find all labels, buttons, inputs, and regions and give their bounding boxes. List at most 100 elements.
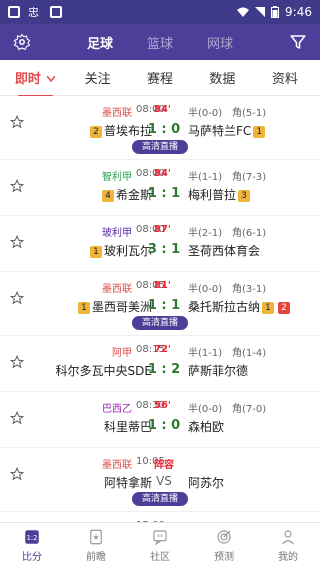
- match-score: 1 : 0: [147, 122, 181, 137]
- sport-tabs: 足球 篮球 网球: [34, 33, 286, 52]
- halftime-score: 半(1-1): [188, 172, 223, 183]
- home-team-name: 科里蒂巴: [103, 420, 152, 434]
- match-meta: 墨西联 10:05 阵容: [0, 456, 320, 472]
- match-meta: 巴西乙 08:30 56' 半(0-0) 角(7-0): [0, 400, 320, 416]
- nav-preview[interactable]: 前瞻: [64, 523, 128, 568]
- match-teams: 科尔多瓦中央SDE 1 : 2 萨斯菲尔德: [0, 362, 320, 380]
- home-team-name: 玻利瓦尔: [103, 244, 152, 258]
- match-meta: 阿甲 08:15 72' 半(1-1) 角(1-4): [0, 344, 320, 360]
- tab-live-label: 即时: [14, 72, 41, 87]
- match-row[interactable]: 墨西联 08:00 84' 半(0-0) 角(5-1) 2 普埃布拉 1 : 0 马萨特兰FC 1…: [0, 96, 320, 160]
- match-score: 1 : 1: [147, 186, 181, 201]
- home-team: 科尔多瓦中央SDE: [56, 362, 152, 379]
- nav-score-label: 比分: [22, 552, 42, 563]
- yellow-card-badge: 1: [253, 126, 266, 138]
- halftime-score: 半(0-0): [188, 284, 223, 295]
- match-minute: 阵容: [154, 460, 174, 471]
- match-teams: 1 玻利瓦尔 3 : 1 圣荷西体育会: [0, 242, 320, 260]
- tab-data[interactable]: 数据: [191, 68, 253, 87]
- home-team: 4 希金斯: [100, 186, 152, 203]
- corner-count: 角(3-1): [232, 284, 267, 295]
- tab-follow[interactable]: 关注: [66, 68, 128, 87]
- nav-predict[interactable]: 预测: [192, 523, 256, 568]
- match-meta: 智利甲 08:00 84' 半(1-1) 角(7-3): [0, 168, 320, 184]
- halftime-score: 半(0-0): [188, 108, 223, 119]
- away-team-name: 萨斯菲尔德: [188, 364, 249, 378]
- away-team-name: 阿苏尔: [188, 476, 225, 490]
- yellow-card-badge: 4: [101, 190, 114, 202]
- wifi-icon: [237, 7, 250, 17]
- corner-count: 角(7-0): [232, 404, 267, 415]
- match-meta: 玻利甲 08:00 87' 半(2-1) 角(6-1): [0, 224, 320, 240]
- live-stream-button[interactable]: 高清直播: [132, 140, 188, 154]
- live-stream-button[interactable]: 高清直播: [132, 316, 188, 330]
- match-row[interactable]: 墨西联 10:05 阵容 阿特拿斯 VS 阿苏尔 高清直播: [0, 448, 320, 512]
- match-row[interactable]: 阿甲 08:15 72' 半(1-1) 角(1-4) 科尔多瓦中央SDE 1 : 2 萨斯菲尔…: [0, 336, 320, 392]
- away-team: 森柏欧: [188, 418, 224, 435]
- nav-community-label: 社区: [150, 552, 170, 563]
- away-team-name: 梅利普拉: [188, 188, 237, 202]
- home-team-name: 普埃布拉: [103, 124, 152, 138]
- app-icon-1: [8, 6, 20, 18]
- match-score: 1 : 2: [147, 362, 181, 377]
- match-teams: 阿特拿斯 VS 阿苏尔: [0, 474, 320, 492]
- tab-basketball[interactable]: 篮球: [147, 33, 173, 52]
- league-name: 墨西联: [102, 108, 132, 119]
- away-team: 梅利普拉 3: [188, 186, 252, 203]
- match-score: 1 : 1: [147, 298, 181, 313]
- nav-predict-label: 预测: [214, 552, 234, 563]
- home-team: 阿特拿斯: [104, 474, 152, 491]
- tab-live[interactable]: 即时: [4, 68, 66, 97]
- match-meta: 墨西联 08:05 81' 半(0-0) 角(3-1): [0, 280, 320, 296]
- away-team: 萨斯菲尔德: [188, 362, 248, 379]
- tab-football[interactable]: 足球: [87, 33, 113, 52]
- settings-icon[interactable]: [10, 30, 34, 54]
- home-team: 2 普埃布拉: [88, 122, 152, 139]
- community-icon: [153, 530, 167, 546]
- yellow-card-badge: 2: [89, 126, 102, 138]
- home-team-name: 阿特拿斯: [103, 476, 152, 490]
- tab-tennis[interactable]: 网球: [207, 33, 233, 52]
- match-row[interactable]: 智利甲 08:00 84' 半(1-1) 角(7-3) 4 希金斯 1 : 1 梅利普拉 3: [0, 160, 320, 216]
- match-row[interactable]: 玻利甲 08:00 87' 半(2-1) 角(6-1) 1 玻利瓦尔 3 : 1 圣荷西体育会: [0, 216, 320, 272]
- battery-icon: [271, 6, 280, 18]
- home-team: 1 玻利瓦尔: [88, 242, 152, 259]
- red-card-badge: 2: [278, 302, 291, 314]
- status-bar: 忠 9:46: [0, 0, 320, 24]
- corner-count: 角(1-4): [232, 348, 267, 359]
- nav-community[interactable]: 社区: [128, 523, 192, 568]
- home-team-name: 科尔多瓦中央SDE: [55, 364, 152, 378]
- match-row[interactable]: 墨西联 08:05 81' 半(0-0) 角(3-1) 1 墨西哥美洲 1 : 1 桑托斯拉古纳…: [0, 272, 320, 336]
- yellow-card-badge: 1: [262, 302, 275, 314]
- match-minute: 72': [154, 344, 171, 355]
- nav-mine[interactable]: 我的: [256, 523, 320, 568]
- match-teams: 4 希金斯 1 : 1 梅利普拉 3: [0, 186, 320, 204]
- nav-mine-label: 我的: [278, 552, 298, 563]
- match-score: 1 : 0: [147, 418, 181, 433]
- match-list: 墨西联 08:00 84' 半(0-0) 角(5-1) 2 普埃布拉 1 : 0 马萨特兰FC 1…: [0, 96, 320, 522]
- profile-icon: [282, 530, 294, 545]
- live-stream-button[interactable]: 高清直播: [132, 492, 188, 506]
- away-team-name: 马萨特兰FC: [188, 124, 252, 138]
- league-name: 玻利甲: [102, 228, 132, 239]
- signal-icon: [255, 7, 266, 17]
- yellow-card-badge: 1: [77, 302, 90, 314]
- app-icon-3: [50, 6, 62, 18]
- match-minute: 84': [154, 168, 171, 179]
- tab-profile-data[interactable]: 资料: [254, 68, 316, 87]
- away-team-name: 森柏欧: [188, 420, 225, 434]
- match-row[interactable]: 中协杯15:00完半(1-2)角(7-5): [0, 512, 320, 522]
- match-teams: 2 普埃布拉 1 : 0 马萨特兰FC 1: [0, 122, 320, 140]
- away-team: 圣荷西体育会: [188, 242, 260, 259]
- category-tabs: 即时 关注 赛程 数据 资料: [0, 60, 320, 97]
- preview-icon: [90, 529, 102, 545]
- nav-score[interactable]: 1:2 比分: [0, 523, 64, 568]
- match-score: 3 : 1: [147, 242, 181, 257]
- league-name: 智利甲: [102, 172, 132, 183]
- league-name: 巴西乙: [102, 404, 132, 415]
- tab-schedule[interactable]: 赛程: [129, 68, 191, 87]
- filter-icon[interactable]: [286, 30, 310, 54]
- yellow-card-badge: 1: [89, 246, 102, 258]
- match-minute: 87': [154, 224, 171, 235]
- match-row[interactable]: 巴西乙 08:30 56' 半(0-0) 角(7-0) 科里蒂巴 1 : 0 森柏欧: [0, 392, 320, 448]
